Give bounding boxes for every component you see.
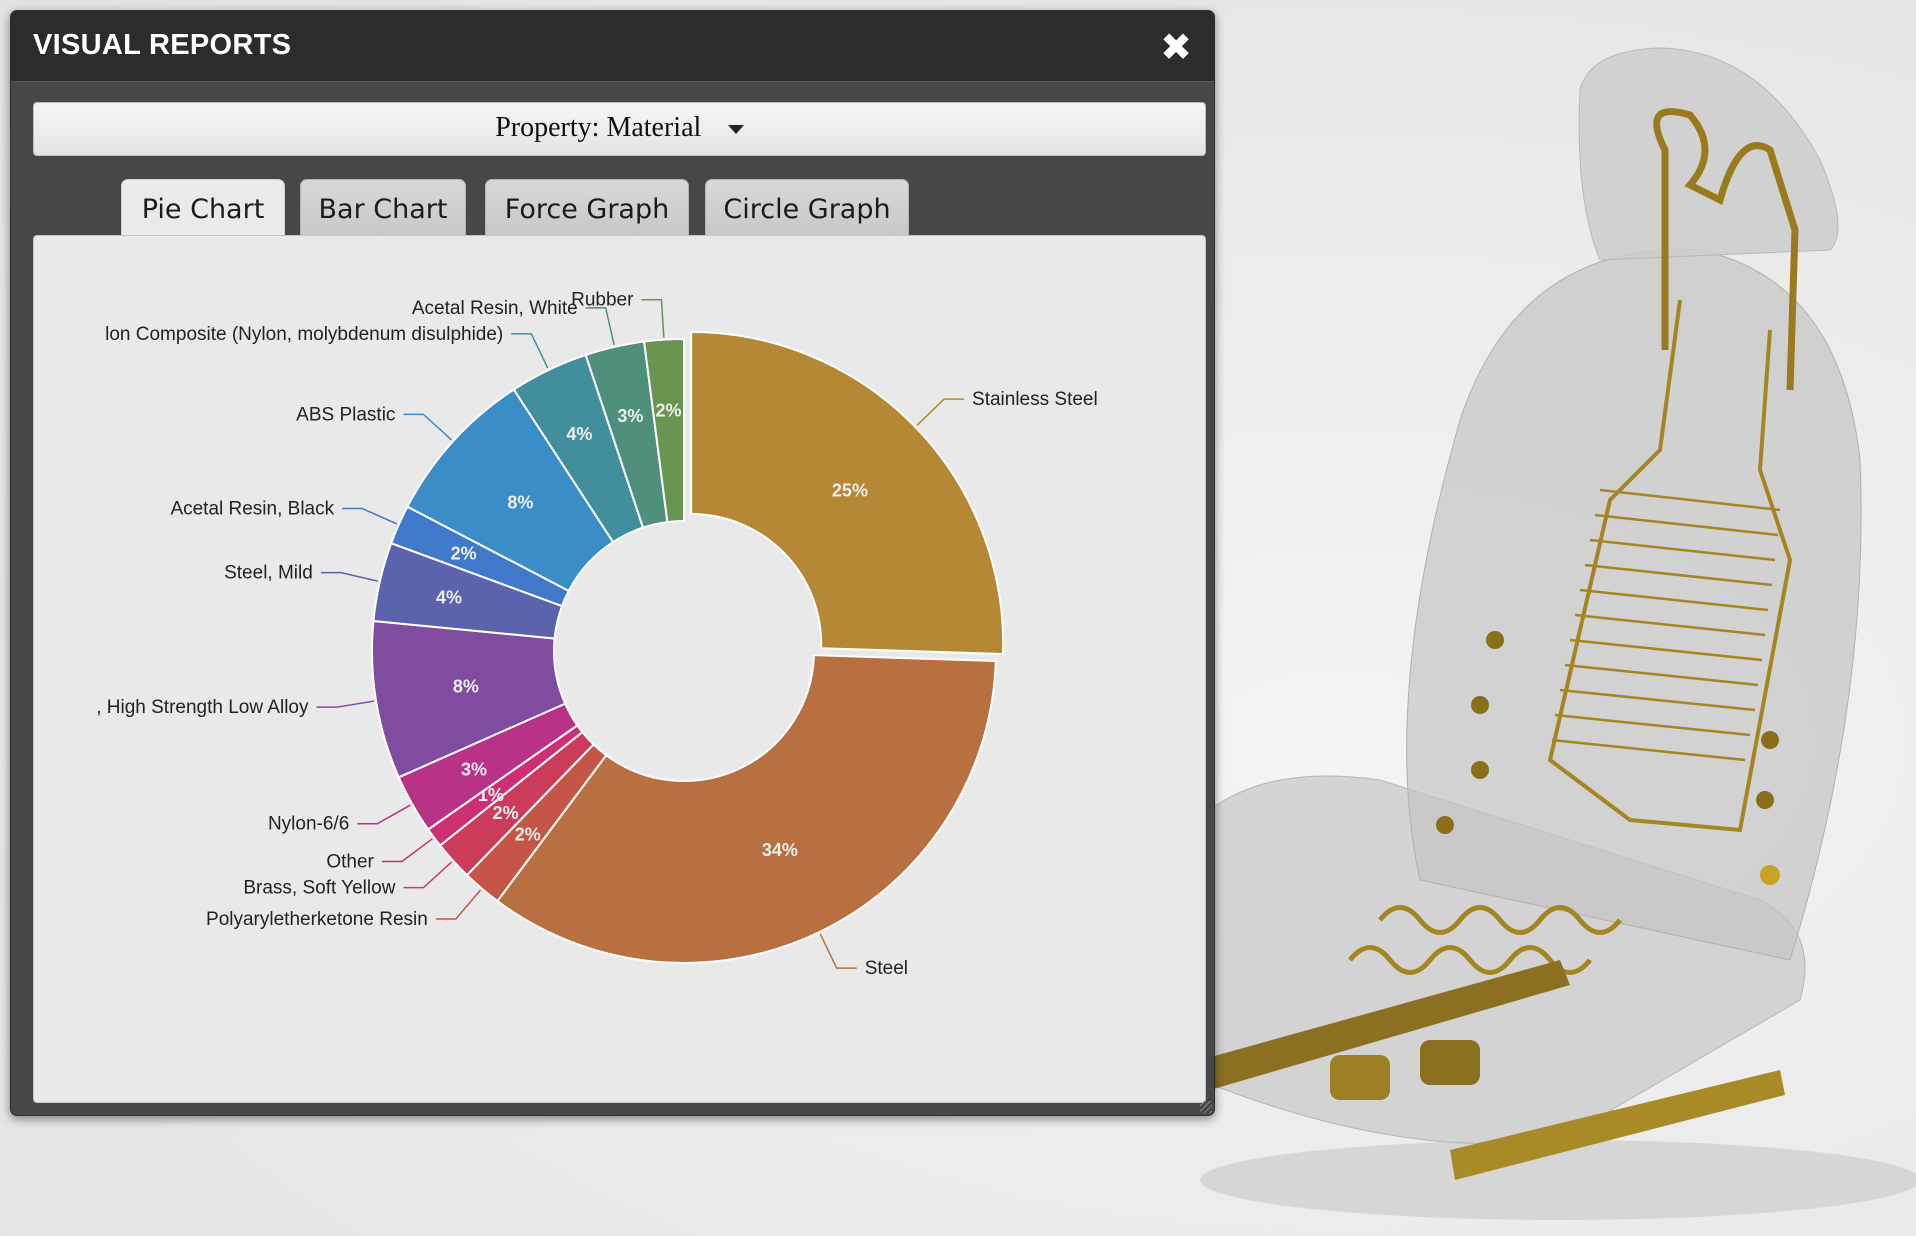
legend-label-steel-mild: Steel, Mild [224,563,313,584]
slice-percent-label: 4% [436,587,462,607]
panel-title: VISUAL REPORTS [33,29,292,61]
slice-percent-label: 8% [453,676,479,696]
legend-label-brass-soft-yellow: Brass, Soft Yellow [243,878,395,899]
leader-line [511,333,549,369]
slice-percent-label: 2% [656,400,682,420]
pie-chart: 25% Stainless Steel 34% Steel 2% Polyarylethe… [96,290,1098,979]
leader-line [585,307,615,346]
legend-label-lon-composite-nylon-molybdenum-disulphide: lon Composite (Nylon, molybdenum disulph… [105,324,503,345]
leader-line [357,804,411,825]
tab-force-graph[interactable]: Force Graph [485,179,689,243]
slice-percent-label: 3% [461,759,487,779]
tab-label: Pie Chart [141,194,265,225]
slice-percent-label: 34% [762,840,798,860]
leader-line [403,413,453,441]
tab-label: Bar Chart [318,194,448,225]
legend-label-acetal-resin-black: Acetal Resin, Black [170,499,334,520]
slice-percent-label: 25% [832,480,868,500]
tab-label: Force Graph [504,194,670,225]
visual-reports-panel[interactable]: VISUAL REPORTS ✖ Property: Material Pie … [10,10,1215,1116]
pie-slice-steel[interactable] [495,654,997,964]
leader-line [819,933,857,969]
leader-line [316,700,375,708]
legend-label-other: Other [326,852,374,873]
legend-label-rubber: Rubber [571,290,634,311]
tab-circle-graph[interactable]: Circle Graph [705,179,909,243]
slice-percent-label: 4% [566,424,592,444]
property-dropdown-value: Property: Material [495,112,702,143]
leader-line [342,507,398,525]
legend-label-abs-plastic: ABS Plastic [296,404,395,425]
leader-line [403,861,453,889]
legend-label-high-strength-low-alloy: , High Strength Low Alloy [96,697,309,718]
leader-line [381,838,433,863]
slice-percent-label: 2% [493,803,519,823]
leader-line [435,889,482,920]
slice-percent-label: 3% [617,406,643,426]
caret-down-icon [727,125,744,135]
slice-percent-label: 8% [507,492,533,512]
legend-label-steel: Steel [865,958,908,979]
slice-percent-label: 2% [451,543,477,563]
leader-line [320,571,379,582]
panel-header[interactable]: VISUAL REPORTS ✖ [11,11,1214,82]
leader-line [916,398,965,427]
chart-area: 25% Stainless Steel 34% Steel 2% Polyarylethe… [33,235,1206,1103]
legend-label-nylon-6-6: Nylon-6/6 [268,814,349,835]
legend-label-acetal-resin-white: Acetal Resin, White [412,298,578,319]
slice-percent-label: 2% [515,825,541,845]
legend-label-stainless-steel: Stainless Steel [972,389,1098,410]
tab-bar-chart[interactable]: Bar Chart [300,179,466,243]
tab-label: Circle Graph [723,194,891,225]
resize-handle[interactable] [1200,1101,1212,1113]
leader-line [641,298,665,338]
close-icon[interactable]: ✖ [1156,27,1196,67]
legend-label-polyaryletherketone-resin: Polyaryletherketone Resin [206,909,428,930]
property-dropdown[interactable]: Property: Material [33,102,1206,156]
